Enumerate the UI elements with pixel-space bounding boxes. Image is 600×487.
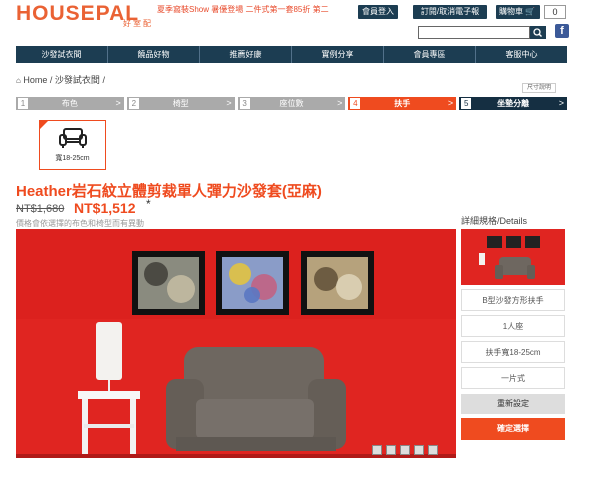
living-room-scene — [16, 229, 456, 458]
confirm-button[interactable]: 確定選擇 — [461, 418, 565, 440]
step-number: 3 — [239, 98, 250, 109]
step-label: 椅型 — [172, 99, 189, 108]
step-fabric-color[interactable]: 1 布色 > — [16, 97, 124, 110]
cart-count-badge: 0 — [544, 5, 566, 19]
chevron-right-icon: > — [115, 98, 121, 108]
nav-item-cases[interactable]: 實例分享 — [292, 46, 384, 63]
selected-corner-marker — [40, 121, 48, 129]
home-icon: ⌂ — [16, 76, 21, 85]
wall-painting — [216, 251, 289, 315]
spec-piece-type: 一片式 — [461, 367, 565, 389]
reset-button[interactable]: 重新設定 — [461, 394, 565, 414]
product-title: Heather岩石紋立體剪裁單人彈力沙發套(亞麻) — [16, 183, 322, 200]
size-guide-link[interactable]: 尺寸說明 — [522, 83, 556, 93]
nav-item-goods[interactable]: 饒品好物 — [108, 46, 200, 63]
search-icon — [533, 28, 542, 37]
step-number: 4 — [350, 98, 361, 109]
nav-item-service[interactable]: 客服中心 — [476, 46, 567, 63]
cart-icon: 🛒 — [525, 7, 536, 16]
nav-item-deals[interactable]: 推薦好康 — [200, 46, 292, 63]
breadcrumb-separator: / — [102, 75, 105, 85]
price-note: 價格會依選擇的布色和椅型而有異動 — [16, 219, 144, 228]
newsletter-button[interactable]: 訂閱/取消電子報 — [413, 5, 487, 19]
step-armrest[interactable]: 4 扶手 > — [348, 97, 457, 110]
step-cushion-separation[interactable]: 5 坐墊分離 > — [459, 97, 567, 110]
thumbnail-scene — [461, 229, 565, 285]
brand-logo[interactable]: HOUSEPAL — [16, 2, 139, 26]
breadcrumb-separator: / — [49, 75, 53, 85]
chevron-right-icon: > — [226, 98, 232, 108]
product-thumbnail[interactable] — [461, 229, 565, 285]
price-footnote-mark: * — [146, 197, 151, 211]
cart-label: 購物車 — [499, 7, 523, 16]
configurator-steps: 1 布色 > 2 椅型 > 3 座位數 > 4 扶手 > 5 坐墊分離 > — [16, 97, 567, 110]
fullscreen-icon[interactable] — [414, 445, 424, 455]
main-nav: 沙發試衣間 饒品好物 推薦好康 實例分享 會員專區 客服中心 — [16, 46, 567, 63]
facebook-icon[interactable]: f — [555, 24, 569, 38]
step-seat-count[interactable]: 3 座位數 > — [237, 97, 346, 110]
wall-painting — [301, 251, 374, 315]
spec-armrest-width: 扶手寬18-25cm — [461, 341, 565, 363]
wall-painting — [132, 251, 205, 315]
cart-button[interactable]: 購物車 🛒 — [496, 5, 540, 19]
settings-icon[interactable] — [428, 445, 438, 455]
breadcrumb-section[interactable]: 沙發試衣間 — [55, 75, 100, 85]
step-number: 5 — [461, 98, 472, 109]
step-chair-type[interactable]: 2 椅型 > — [126, 97, 235, 110]
armrest-option-tile[interactable]: 寬18-25cm — [39, 120, 106, 170]
search-button[interactable] — [530, 26, 546, 39]
breadcrumb-home[interactable]: Home — [23, 75, 47, 85]
spec-seat-count: 1人座 — [461, 315, 565, 337]
promo-banner-text[interactable]: 夏季窩裝Show 暑優登場 二件式第一套85折 第二 — [157, 4, 329, 15]
product-preview-image — [16, 229, 456, 458]
step-label: 扶手 — [394, 99, 411, 108]
sale-price: NT$1,512 — [74, 200, 136, 216]
zoom-in-icon[interactable] — [386, 445, 396, 455]
armchair-icon — [59, 128, 87, 148]
step-number: 2 — [128, 98, 139, 109]
step-label: 座位數 — [279, 99, 304, 108]
breadcrumb: ⌂ Home / 沙發試衣間 / — [16, 73, 105, 86]
spec-chair-type: B型沙發方形扶手 — [461, 289, 565, 311]
brand-logo-sub: 好室配 — [123, 19, 153, 28]
nav-item-sofa-fitting[interactable]: 沙發試衣間 — [16, 46, 108, 63]
step-label: 坐墊分離 — [497, 99, 530, 108]
original-price: NT$1,680 — [16, 203, 65, 215]
help-icon[interactable] — [400, 445, 410, 455]
details-heading: 詳細規格/Details — [461, 216, 528, 226]
member-login-button[interactable]: 會員登入 — [358, 5, 398, 19]
chevron-right-icon: > — [558, 98, 564, 108]
zoom-out-icon[interactable] — [372, 445, 382, 455]
armrest-option-label: 寬18-25cm — [55, 155, 90, 162]
chevron-right-icon: > — [447, 98, 454, 108]
step-number: 1 — [18, 98, 28, 109]
nav-item-member[interactable]: 會員專區 — [384, 46, 476, 63]
chevron-right-icon: > — [337, 98, 343, 108]
step-label: 布色 — [61, 99, 78, 108]
armchair-sofa — [166, 347, 346, 451]
search-input[interactable] — [418, 26, 530, 39]
